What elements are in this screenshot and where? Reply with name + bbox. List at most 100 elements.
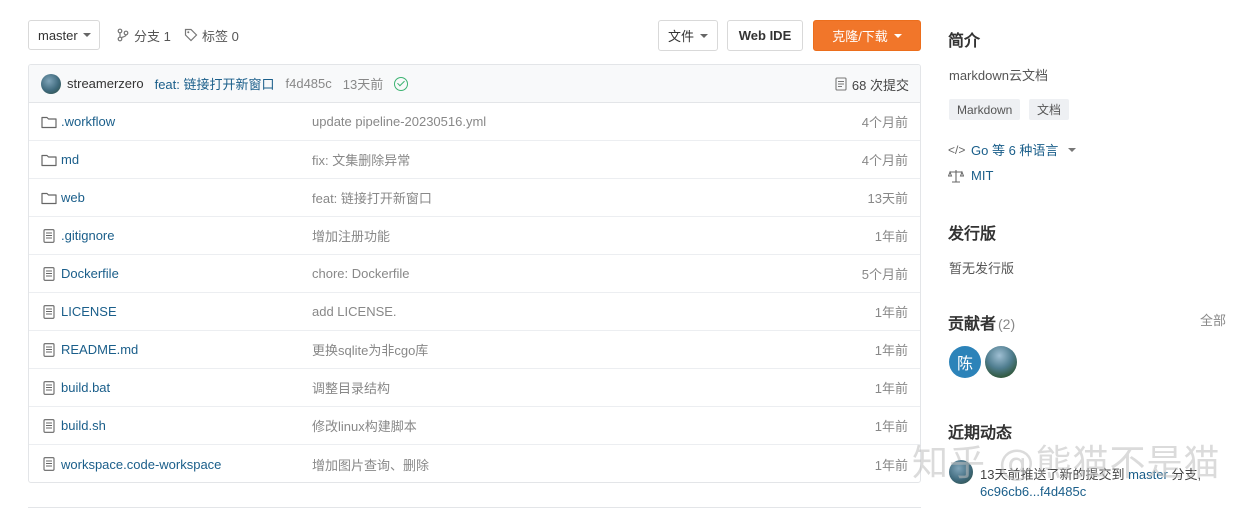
folder-icon bbox=[41, 115, 57, 129]
document-icon bbox=[835, 77, 847, 91]
files-button[interactable]: 文件 bbox=[658, 20, 718, 51]
releases-title: 发行版 bbox=[948, 226, 997, 243]
file-commit-time: 1年前 bbox=[874, 343, 908, 358]
tag-icon bbox=[184, 28, 198, 42]
file-name-link[interactable]: .workflow bbox=[61, 114, 115, 129]
chevron-down-icon bbox=[893, 33, 902, 38]
file-commit-message[interactable]: 修改linux构建脚本 bbox=[312, 416, 417, 435]
watermark: 知乎 @熊猫不是猫 bbox=[912, 443, 1221, 484]
file-name-link[interactable]: build.bat bbox=[61, 380, 110, 395]
file-commit-message[interactable]: add LICENSE. bbox=[312, 304, 397, 319]
file-icon bbox=[41, 229, 57, 243]
check-icon[interactable] bbox=[394, 76, 409, 91]
files-button-label: 文件 bbox=[667, 29, 694, 44]
file-name-link[interactable]: LICENSE bbox=[61, 304, 117, 319]
contributor-avatar[interactable] bbox=[985, 346, 1017, 378]
branch-select[interactable]: master bbox=[28, 20, 100, 50]
file-row[interactable]: README.md 更换sqlite为非cgo库 1年前 bbox=[29, 331, 920, 369]
file-table: streamerzero feat: 链接打开新窗口 f4d485c 13天前 … bbox=[28, 64, 921, 483]
folder-icon bbox=[41, 153, 57, 167]
file-row[interactable]: LICENSE add LICENSE. 1年前 bbox=[29, 293, 920, 331]
file-commit-message[interactable]: 增加注册功能 bbox=[312, 226, 390, 245]
branch-icon bbox=[117, 28, 129, 42]
tags-link[interactable]: 标签 0 bbox=[184, 20, 239, 50]
file-commit-time: 4个月前 bbox=[861, 153, 908, 168]
file-commit-message[interactable]: 增加图片查询、删除 bbox=[312, 455, 429, 474]
file-row[interactable]: Dockerfile chore: Dockerfile 5个月前 bbox=[29, 255, 920, 293]
file-commit-message[interactable]: 更换sqlite为非cgo库 bbox=[312, 340, 428, 359]
file-commit-time: 1年前 bbox=[874, 419, 908, 434]
file-row[interactable]: md fix: 文集删除异常 4个月前 bbox=[29, 141, 920, 179]
topic-tag-docs[interactable]: 文档 bbox=[1029, 99, 1070, 120]
commit-time: 13天前 bbox=[342, 77, 384, 92]
file-commit-message[interactable]: chore: Dockerfile bbox=[312, 266, 410, 281]
tags-count: 标签 0 bbox=[202, 28, 239, 44]
license-link[interactable]: MIT bbox=[948, 168, 993, 183]
file-name-link[interactable]: build.sh bbox=[61, 418, 106, 433]
file-icon bbox=[41, 305, 57, 319]
file-name-link[interactable]: md bbox=[61, 152, 79, 167]
author-avatar[interactable] bbox=[41, 73, 61, 94]
clone-download-label: 克隆/下载 bbox=[832, 29, 888, 44]
file-commit-time: 5个月前 bbox=[861, 267, 908, 282]
file-commit-message[interactable]: fix: 文集删除异常 bbox=[312, 150, 410, 169]
file-commit-time: 13天前 bbox=[867, 191, 908, 206]
intro-title: 简介 bbox=[948, 33, 981, 50]
topic-tag-markdown[interactable]: Markdown bbox=[949, 99, 1021, 120]
contributors-title-text: 贡献者 bbox=[948, 316, 997, 333]
file-commit-time: 1年前 bbox=[874, 381, 908, 396]
divider bbox=[28, 507, 921, 508]
file-commit-time: 1年前 bbox=[874, 457, 908, 473]
commit-sha[interactable]: f4d485c bbox=[286, 76, 332, 91]
file-row[interactable]: build.sh 修改linux构建脚本 1年前 bbox=[29, 407, 920, 445]
clone-download-button[interactable]: 克隆/下载 bbox=[813, 20, 921, 51]
file-name-link[interactable]: Dockerfile bbox=[61, 266, 119, 281]
scale-icon bbox=[948, 169, 964, 183]
chevron-down-icon bbox=[82, 33, 91, 37]
file-name-link[interactable]: .gitignore bbox=[61, 228, 114, 243]
file-icon bbox=[41, 343, 57, 357]
file-row[interactable]: workspace.code-workspace 增加图片查询、删除 1年前 bbox=[29, 445, 920, 482]
file-icon bbox=[41, 419, 57, 433]
contributors-all-link[interactable]: 全部 bbox=[1200, 310, 1226, 329]
file-name-link[interactable]: workspace.code-workspace bbox=[61, 457, 221, 472]
file-commit-time: 4个月前 bbox=[861, 115, 908, 130]
releases-empty: 暂无发行版 bbox=[949, 261, 1015, 276]
chevron-down-icon bbox=[700, 33, 708, 38]
branches-link[interactable]: 分支 1 bbox=[116, 20, 171, 50]
commit-author[interactable]: streamerzero bbox=[67, 76, 144, 91]
contributor-avatar[interactable]: 陈 bbox=[949, 346, 981, 378]
commit-message[interactable]: feat: 链接打开新窗口 bbox=[155, 74, 275, 93]
branch-name: master bbox=[38, 27, 78, 43]
chevron-down-icon bbox=[1068, 147, 1077, 152]
code-icon: </> bbox=[948, 142, 966, 157]
file-row[interactable]: .gitignore 增加注册功能 1年前 bbox=[29, 217, 920, 255]
license-label: MIT bbox=[971, 168, 994, 183]
file-commit-message[interactable]: feat: 链接打开新窗口 bbox=[312, 188, 432, 207]
languages-dropdown[interactable]: </> Go 等 6 种语言 bbox=[948, 140, 1077, 159]
file-commit-time: 1年前 bbox=[874, 305, 908, 320]
file-icon bbox=[41, 381, 57, 395]
latest-commit-bar: streamerzero feat: 链接打开新窗口 f4d485c 13天前 … bbox=[29, 65, 920, 103]
file-commit-time: 1年前 bbox=[874, 229, 908, 244]
file-commit-message[interactable]: update pipeline-20230516.yml bbox=[312, 114, 486, 129]
commit-count: 68 次提交 bbox=[851, 77, 909, 93]
activity-commit-range-link[interactable]: 6c96cb6...f4d485c bbox=[980, 484, 1086, 499]
file-name-link[interactable]: web bbox=[61, 190, 85, 205]
repo-description: markdown云文档 bbox=[949, 68, 1048, 83]
commit-count-link[interactable]: 68 次提交 bbox=[835, 65, 909, 103]
languages-label: Go 等 6 种语言 bbox=[971, 143, 1059, 158]
web-ide-button[interactable]: Web IDE bbox=[727, 20, 803, 51]
file-name-link[interactable]: README.md bbox=[61, 342, 138, 357]
file-commit-message[interactable]: 调整目录结构 bbox=[312, 378, 390, 397]
repo-toolbar: master 分支 1 标签 0 文件 Web IDE 克隆/下载 bbox=[28, 20, 921, 51]
web-ide-label: Web IDE bbox=[738, 28, 792, 43]
file-icon bbox=[41, 267, 57, 281]
file-row[interactable]: .workflow update pipeline-20230516.yml 4个月… bbox=[29, 103, 920, 141]
file-row[interactable]: web feat: 链接打开新窗口 13天前 bbox=[29, 179, 920, 217]
contributors-title: 贡献者 (2) bbox=[948, 310, 1015, 334]
file-icon bbox=[41, 457, 57, 471]
file-list: .workflow update pipeline-20230516.yml 4个月… bbox=[29, 103, 920, 482]
branches-count: 分支 1 bbox=[134, 28, 171, 44]
file-row[interactable]: build.bat 调整目录结构 1年前 bbox=[29, 369, 920, 407]
